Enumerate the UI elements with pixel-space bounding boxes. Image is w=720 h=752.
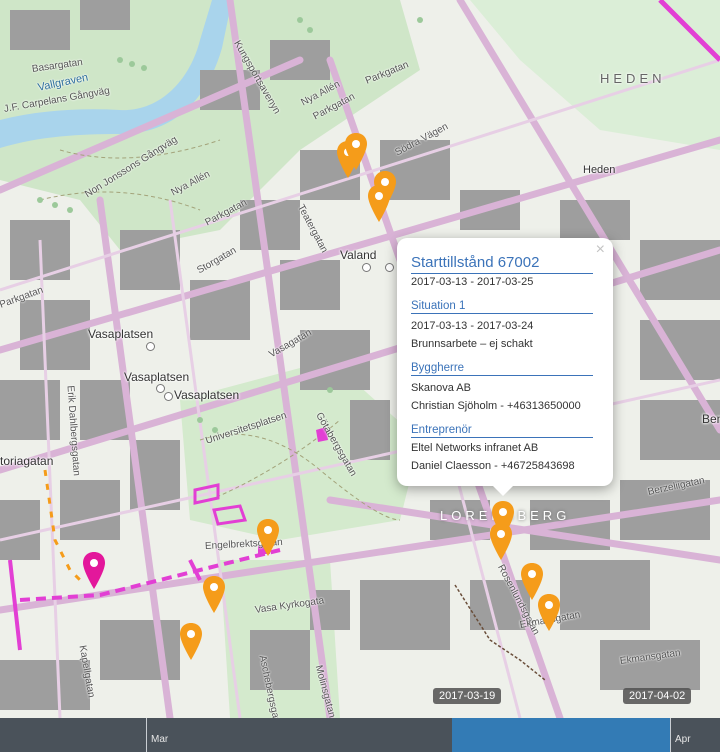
map-canvas[interactable]: HEDEN LORENSBERG Heden Valand Vasaplatse… xyxy=(0,0,720,718)
place-label-valand: Valand xyxy=(340,248,377,262)
map-pin-magenta[interactable] xyxy=(81,551,107,591)
situation-type: Brunnsarbete – ej schakt xyxy=(411,338,533,350)
timeline-label-mar: Mar xyxy=(151,734,169,745)
map-pin-orange[interactable] xyxy=(366,184,392,224)
map-pin-orange[interactable] xyxy=(343,132,369,172)
map-pin-orange[interactable] xyxy=(178,622,204,662)
transit-stop-vasaplatsen-2[interactable] xyxy=(156,384,165,393)
place-label-toriagatan: toriagatan xyxy=(0,454,54,468)
map-pin-orange[interactable] xyxy=(201,575,227,615)
timeline-tick-apr xyxy=(670,718,671,752)
place-label-vasaplatsen-1: Vasaplatsen xyxy=(88,327,154,341)
map-pin-orange[interactable] xyxy=(536,593,562,633)
contractor-company: Eltel Networks infranet AB xyxy=(411,442,539,454)
map-pin-orange[interactable] xyxy=(255,518,281,558)
popup-title[interactable]: Starttillstånd 67002 xyxy=(411,254,593,274)
place-label-heden: Heden xyxy=(583,164,616,176)
popup-period: 2017-03-13 - 2017-03-25 xyxy=(411,276,534,288)
transit-stop-vasaplatsen-1[interactable] xyxy=(146,342,155,351)
timeline-end-date: 2017-04-02 xyxy=(623,688,692,704)
owner-heading: Byggherre xyxy=(411,362,593,376)
timeline-label-apr: Apr xyxy=(675,734,691,745)
place-label-vasaplatsen-3: Vasaplatsen xyxy=(174,388,240,402)
timeline-selected-range[interactable] xyxy=(452,718,670,752)
transit-stop-vasaplatsen-3[interactable] xyxy=(164,392,173,401)
district-label-heden: HEDEN xyxy=(600,71,666,86)
owner-contact: Christian Sjöholm - +46313650000 xyxy=(411,400,581,412)
situation-heading: Situation 1 xyxy=(411,300,593,314)
timeline-tick-mar xyxy=(146,718,147,752)
transit-stop-valand-1[interactable] xyxy=(362,263,371,272)
place-label-ben: Ben xyxy=(702,412,720,426)
place-label-vasaplatsen-2: Vasaplatsen xyxy=(124,370,190,384)
map-pin-orange[interactable] xyxy=(488,522,514,562)
contractor-contact: Daniel Claesson - +46725843698 xyxy=(411,460,575,472)
situation-period: 2017-03-13 - 2017-03-24 xyxy=(411,320,534,332)
timeline-start-date: 2017-03-19 xyxy=(433,688,502,704)
popup-close-icon[interactable]: × xyxy=(596,241,605,259)
timeline-bar[interactable]: Mar Apr xyxy=(0,718,720,752)
permit-popup: × Starttillstånd 67002 2017-03-13 - 2017… xyxy=(397,238,613,496)
transit-stop-valand-2[interactable] xyxy=(385,263,394,272)
owner-company: Skanova AB xyxy=(411,382,471,394)
contractor-heading: Entreprenör xyxy=(411,424,593,438)
